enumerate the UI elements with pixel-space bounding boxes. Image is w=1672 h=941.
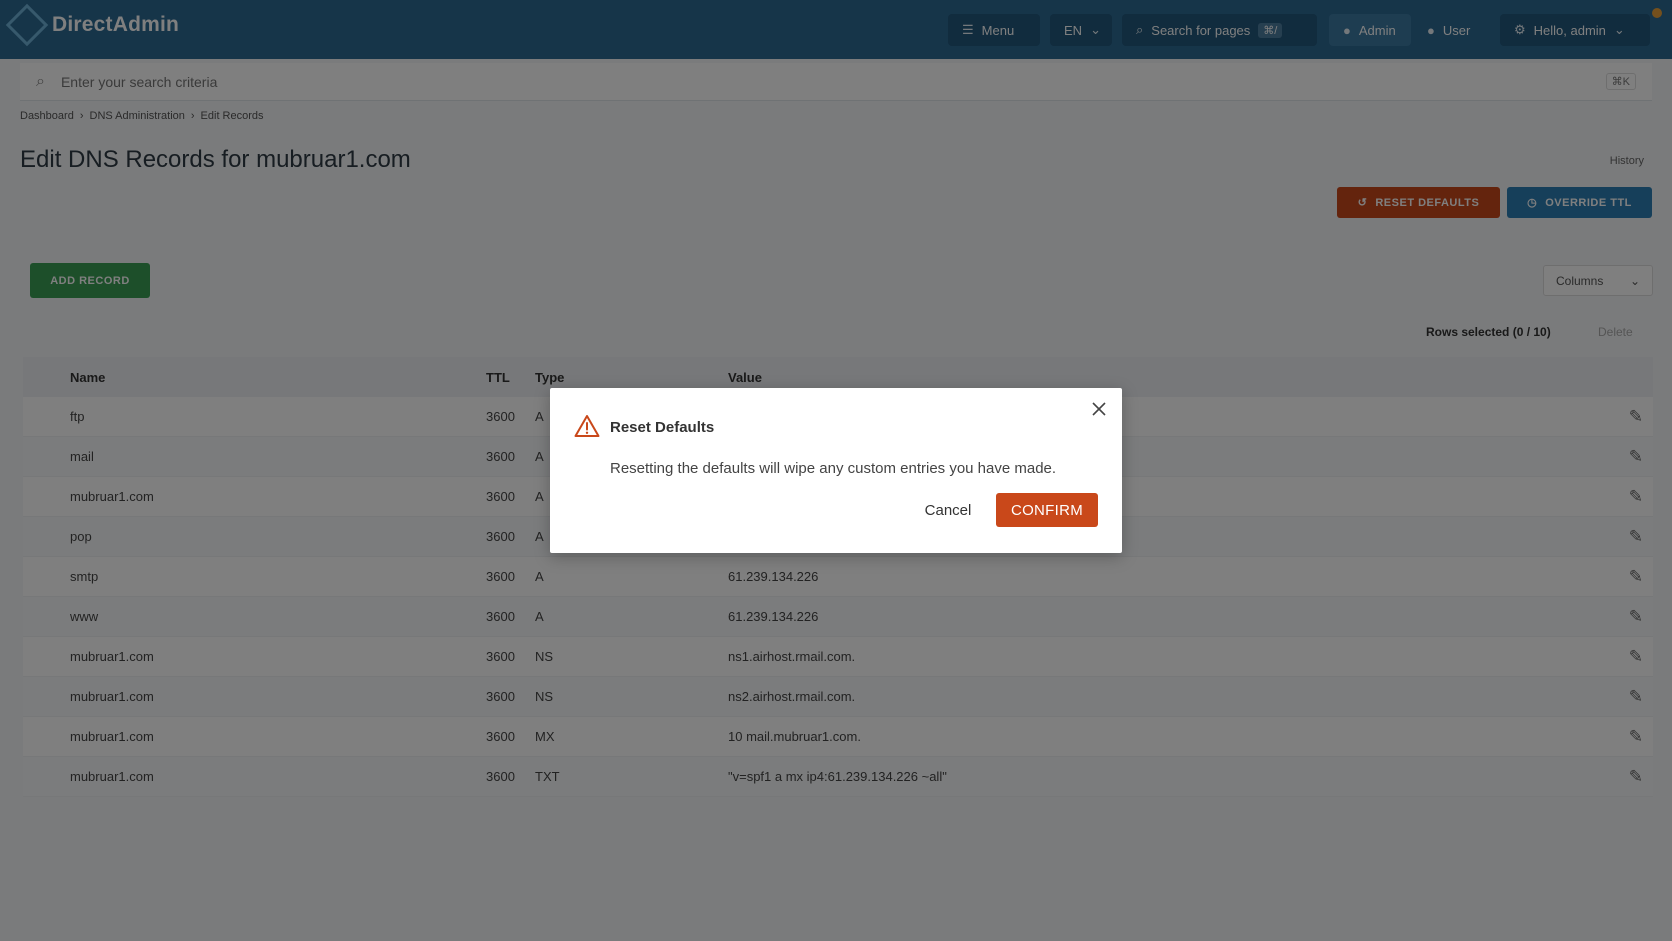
cancel-button[interactable]: Cancel [900, 493, 996, 527]
warning-icon [574, 415, 600, 437]
reset-defaults-dialog: Reset Defaults Resetting the defaults wi… [550, 388, 1122, 553]
close-icon[interactable] [1090, 400, 1108, 418]
dialog-title: Reset Defaults [610, 419, 715, 436]
confirm-button[interactable]: CONFIRM [996, 493, 1098, 527]
dialog-message: Resetting the defaults will wipe any cus… [610, 460, 1057, 477]
